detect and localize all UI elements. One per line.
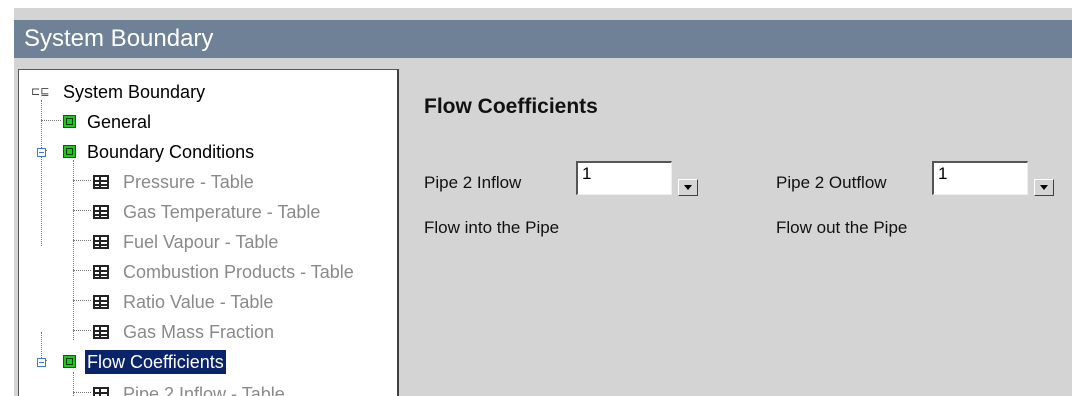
outflow-input[interactable]: 1 [932, 161, 1028, 195]
tree-item-pressure-table[interactable]: Pressure - Table [93, 170, 393, 194]
outflow-description: Flow out the Pipe [776, 218, 908, 237]
tree-item-combustion-products-table[interactable]: Combustion Products - Table [93, 260, 393, 284]
table-icon [93, 205, 109, 219]
tree-item-flow-coefficients[interactable]: Flow Coefficients [37, 349, 377, 375]
navigation-tree[interactable]: ⊏⊑ System Boundary General Boundary Cond… [18, 69, 399, 396]
table-icon [93, 175, 109, 189]
general-node-icon [63, 115, 76, 128]
inflow-label: Pipe 2 Inflow [424, 173, 522, 192]
tree-item-label: Combustion Products - Table [123, 262, 354, 282]
boundary-conditions-node-icon [63, 145, 76, 158]
tree-root-system-boundary[interactable]: ⊏⊑ System Boundary [31, 80, 331, 104]
tree-root-label: System Boundary [63, 82, 206, 102]
system-boundary-window: System Boundary ⊏⊑ System Boundary Gener… [14, 8, 1072, 396]
tree-item-ratio-value-table[interactable]: Ratio Value - Table [93, 290, 393, 314]
collapse-icon[interactable] [37, 358, 46, 367]
tree-item-label: Pipe 2 Inflow - Table [123, 384, 285, 396]
outflow-dropdown-button[interactable] [1034, 179, 1054, 196]
window-title: System Boundary [14, 20, 1072, 58]
tree-item-general-label: General [87, 112, 152, 132]
tree-item-flow-coefficients-label: Flow Coefficients [84, 349, 227, 375]
collapse-icon[interactable] [37, 148, 46, 157]
table-icon [93, 235, 109, 249]
tree-root-icon: ⊏⊑ [31, 86, 50, 98]
tree-item-label: Pressure - Table [123, 172, 254, 192]
tree-item-pipe-2-inflow-table[interactable]: Pipe 2 Inflow - Table [93, 382, 393, 396]
tree-item-boundary-conditions-label: Boundary Conditions [87, 142, 255, 162]
outflow-label: Pipe 2 Outflow [776, 173, 887, 192]
inflow-input[interactable]: 1 [576, 161, 672, 195]
tree-item-label: Gas Temperature - Table [123, 202, 321, 222]
panel-heading: Flow Coefficients [424, 95, 598, 118]
inflow-description: Flow into the Pipe [424, 218, 560, 237]
flow-coefficients-panel: Flow Coefficients Pipe 2 Inflow 1 Flow i… [406, 69, 1066, 389]
flow-coefficients-node-icon [63, 355, 76, 368]
tree-item-boundary-conditions[interactable]: Boundary Conditions [37, 140, 377, 164]
table-icon [93, 387, 109, 396]
tree-item-label: Gas Mass Fraction [123, 322, 275, 342]
tree-item-general[interactable]: General [63, 110, 363, 134]
tree-item-gas-mass-fraction[interactable]: Gas Mass Fraction [93, 320, 393, 344]
tree-item-gas-temperature-table[interactable]: Gas Temperature - Table [93, 200, 393, 224]
tree-item-fuel-vapour-table[interactable]: Fuel Vapour - Table [93, 230, 393, 254]
inflow-dropdown-button[interactable] [678, 179, 698, 196]
table-icon [93, 295, 109, 309]
table-icon [93, 325, 109, 339]
tree-item-label: Ratio Value - Table [123, 292, 274, 312]
tree-item-label: Fuel Vapour - Table [123, 232, 279, 252]
table-icon [93, 265, 109, 279]
